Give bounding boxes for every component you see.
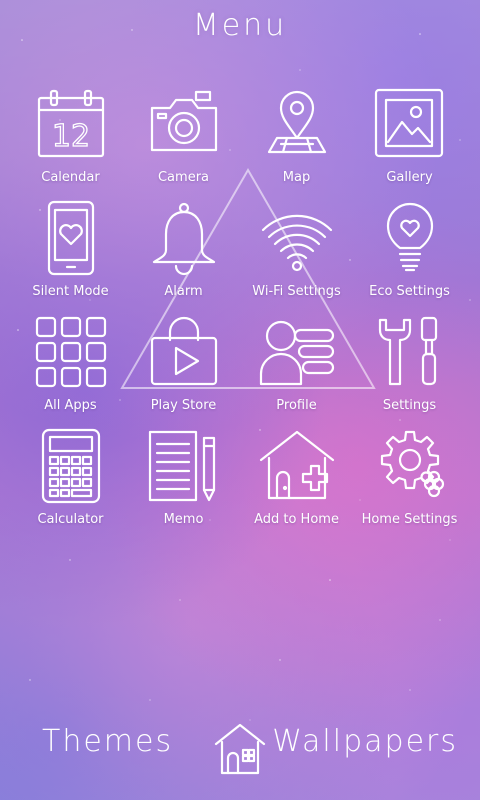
camera-icon bbox=[146, 86, 222, 162]
app-label-camera: Camera bbox=[157, 170, 210, 185]
app-all-apps[interactable]: All Apps bbox=[14, 314, 127, 428]
app-label-map: Map bbox=[282, 170, 311, 185]
app-add-to-home[interactable]: Add to Home bbox=[240, 428, 353, 542]
themes-button[interactable]: Themes bbox=[42, 724, 173, 759]
app-silent-mode[interactable]: Silent Mode bbox=[14, 200, 127, 314]
app-label-eco-settings: Eco Settings bbox=[369, 284, 450, 299]
app-label-gallery: Gallery bbox=[386, 170, 433, 185]
bottom-bar: Themes Wallpapers bbox=[0, 714, 480, 800]
app-label-memo: Memo bbox=[163, 512, 204, 527]
home-menu-screen: Menu 12 Calendar Camera Map Gallery Sile… bbox=[0, 0, 480, 800]
phone-heart-icon bbox=[33, 200, 109, 276]
app-map[interactable]: Map bbox=[240, 86, 353, 200]
app-memo[interactable]: Memo bbox=[127, 428, 240, 542]
calculator-icon bbox=[33, 428, 109, 504]
app-home-settings[interactable]: Home Settings bbox=[353, 428, 466, 542]
wifi-icon bbox=[259, 200, 335, 276]
profile-card-icon bbox=[259, 314, 335, 390]
shopping-bag-play-icon bbox=[146, 314, 222, 390]
app-label-profile: Profile bbox=[276, 398, 317, 413]
app-label-silent-mode: Silent Mode bbox=[32, 284, 109, 299]
app-label-all-apps: All Apps bbox=[44, 398, 97, 413]
lightbulb-heart-icon bbox=[372, 200, 448, 276]
app-calculator[interactable]: Calculator bbox=[14, 428, 127, 542]
bell-icon bbox=[146, 200, 222, 276]
grid-icon bbox=[33, 314, 109, 390]
app-label-wifi-settings: Wi-Fi Settings bbox=[252, 284, 341, 299]
gear-flower-icon bbox=[372, 428, 448, 504]
app-camera[interactable]: Camera bbox=[127, 86, 240, 200]
notepad-pencil-icon bbox=[146, 428, 222, 504]
wrench-screwdriver-icon bbox=[372, 314, 448, 390]
app-gallery[interactable]: Gallery bbox=[353, 86, 466, 200]
app-eco-settings[interactable]: Eco Settings bbox=[353, 200, 466, 314]
calendar-icon: 12 bbox=[33, 86, 109, 162]
wallpapers-button[interactable]: Wallpapers bbox=[272, 724, 458, 759]
calendar-day-number: 12 bbox=[51, 119, 89, 154]
house-plus-icon bbox=[259, 428, 335, 504]
app-label-calculator: Calculator bbox=[37, 512, 104, 527]
map-pin-icon bbox=[259, 86, 335, 162]
app-label-add-to-home: Add to Home bbox=[254, 512, 339, 527]
app-profile[interactable]: Profile bbox=[240, 314, 353, 428]
app-label-home-settings: Home Settings bbox=[361, 512, 458, 527]
gallery-icon bbox=[372, 86, 448, 162]
app-label-play-store: Play Store bbox=[150, 398, 217, 413]
app-alarm[interactable]: Alarm bbox=[127, 200, 240, 314]
app-play-store[interactable]: Play Store bbox=[127, 314, 240, 428]
app-grid: 12 Calendar Camera Map Gallery Silent Mo… bbox=[14, 86, 466, 542]
page-title: Menu bbox=[192, 8, 288, 43]
app-label-alarm: Alarm bbox=[164, 284, 203, 299]
app-label-calendar: Calendar bbox=[41, 170, 100, 185]
house-icon[interactable] bbox=[214, 722, 266, 776]
app-label-settings: Settings bbox=[382, 398, 437, 413]
app-wifi-settings[interactable]: Wi-Fi Settings bbox=[240, 200, 353, 314]
app-settings[interactable]: Settings bbox=[353, 314, 466, 428]
app-calendar[interactable]: 12 Calendar bbox=[14, 86, 127, 200]
